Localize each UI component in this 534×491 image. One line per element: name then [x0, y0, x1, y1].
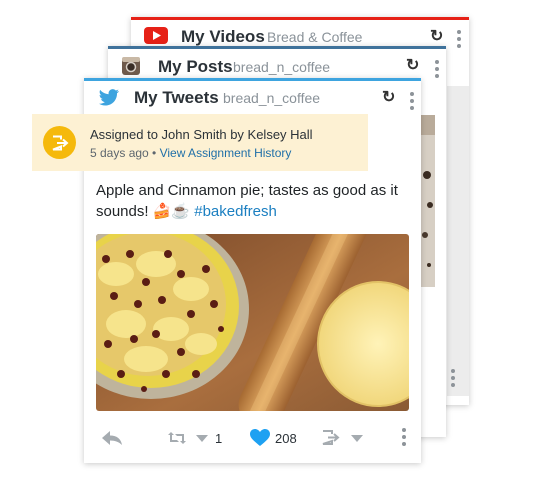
tweet-actions: 1 208 [84, 424, 421, 454]
stream-account: bread_n_coffee [223, 90, 321, 106]
retweet-icon[interactable] [167, 431, 187, 445]
card-header: My Posts bread_n_coffee ↻ [108, 49, 446, 81]
more-options-icon[interactable] [402, 428, 406, 446]
like-count: 208 [275, 431, 297, 446]
chevron-down-icon[interactable] [351, 435, 363, 442]
assign-icon [52, 135, 69, 151]
assign-icon[interactable] [321, 429, 341, 446]
stream-title: My Tweets [134, 88, 219, 107]
view-assignment-history-link[interactable]: View Assignment History [160, 146, 292, 160]
card-header: My Tweets bread_n_coffee ↻ [84, 81, 421, 113]
youtube-icon [144, 27, 168, 44]
tweet-body: Apple and Cinnamon pie; tastes as good a… [96, 180, 411, 222]
refresh-icon[interactable]: ↻ [430, 29, 443, 45]
like-icon[interactable] [250, 429, 270, 447]
tweet-photo[interactable] [96, 234, 409, 411]
assignment-meta: 5 days ago • View Assignment History [90, 146, 291, 160]
hashtag-link[interactable]: #bakedfresh [194, 203, 277, 220]
more-options-icon[interactable] [451, 369, 455, 387]
assignment-banner: Assigned to John Smith by Kelsey Hall 5 … [32, 114, 368, 171]
more-options-icon[interactable] [435, 60, 439, 78]
more-options-icon[interactable] [410, 92, 414, 110]
assignment-text: Assigned to John Smith by Kelsey Hall [90, 127, 313, 142]
refresh-icon[interactable]: ↻ [406, 58, 419, 74]
reply-icon[interactable] [101, 430, 123, 446]
assignment-age: 5 days ago • [90, 146, 157, 160]
chevron-down-icon[interactable] [196, 435, 208, 442]
stream-account: bread_n_coffee [233, 59, 331, 75]
refresh-icon[interactable]: ↻ [382, 90, 395, 106]
more-options-icon[interactable] [457, 30, 461, 48]
retweet-count: 1 [215, 431, 223, 446]
twitter-icon [98, 89, 120, 106]
assignment-badge [43, 126, 76, 159]
side-strip [447, 86, 469, 396]
stream-account: Bread & Coffee [267, 29, 363, 45]
instagram-icon [122, 57, 140, 75]
stream-title: My Posts [158, 57, 233, 76]
post-image [421, 115, 435, 287]
stream-title: My Videos [181, 27, 265, 46]
